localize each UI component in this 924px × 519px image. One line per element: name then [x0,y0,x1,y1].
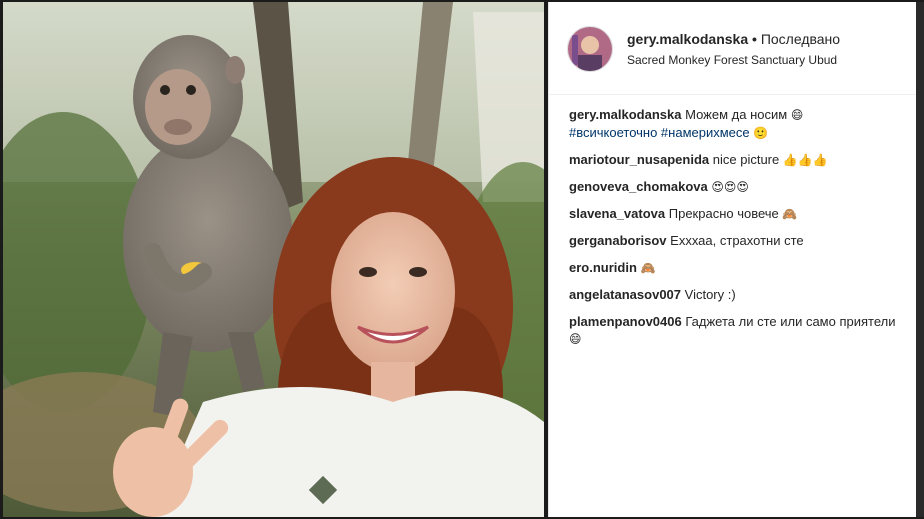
post-photo[interactable] [3,2,544,517]
post-sidebar: gery.malkodanska • Последвано Sacred Mon… [548,2,917,517]
comment-hashtags[interactable]: #всичкоеточно #намерихмесе [569,125,750,140]
comment-item: angelatanasov007 Victory :) [569,286,909,304]
comment-username[interactable]: angelatanasov007 [569,287,681,302]
header-username[interactable]: gery.malkodanska [627,31,748,47]
comment-username[interactable]: genoveva_chomakova [569,179,708,194]
comment-emoji: 😍😍😍 [711,180,749,194]
comment-emoji: 😄 [790,108,804,122]
comment-text: Прекрасно човече [668,206,779,221]
post-header: gery.malkodanska • Последвано Sacred Mon… [549,2,917,95]
comment-item: ero.nuridin 🙈 [569,259,909,277]
comment-item: gerganaborisov Ехххаа, страхотни сте [569,232,909,250]
header-separator: • [752,31,757,47]
header-username-row: gery.malkodanska • Последвано [627,31,840,47]
comment-text: nice picture [712,152,780,167]
comment-item: slavena_vatova Прекрасно човече 🙈 [569,205,909,223]
avatar-image [568,27,612,71]
comment-emoji: 🙈 [640,261,656,275]
comment-username[interactable]: plamenpanov0406 [569,314,682,329]
comment-item: mariotour_nusapenida nice picture 👍👍👍 [569,151,909,169]
comment-text: Гаджета ли сте или само приятели [685,314,896,329]
comment-item: gery.malkodanska Можем да носим 😄 #всичк… [569,106,909,142]
follow-status-button[interactable]: Последвано [761,31,840,47]
comment-text: Ехххаа, страхотни сте [670,233,804,248]
comment-emoji: 👍👍👍 [782,153,828,167]
comment-item: genoveva_chomakova 😍😍😍 [569,178,909,196]
photo-illustration [3,2,544,517]
comment-username[interactable]: ero.nuridin [569,260,637,275]
comment-username[interactable]: mariotour_nusapenida [569,152,709,167]
comment-text: Victory :) [684,287,736,302]
comment-emoji: 🙂 [753,126,769,140]
avatar[interactable] [567,26,613,72]
comment-username[interactable]: gery.malkodanska [569,107,681,122]
comment-username[interactable]: gerganaborisov [569,233,667,248]
comment-emoji: 😄 [569,332,582,346]
comment-emoji: 🙈 [782,207,798,221]
location-link[interactable]: Sacred Monkey Forest Sanctuary Ubud [627,53,837,67]
comment-text: Можем да носим [685,107,788,122]
comment-item: plamenpanov0406 Гаджета ли сте или само … [569,313,909,348]
screen-edge [916,2,924,517]
comments-list: gery.malkodanska Можем да носим 😄 #всичк… [569,106,909,357]
comment-username[interactable]: slavena_vatova [569,206,665,221]
